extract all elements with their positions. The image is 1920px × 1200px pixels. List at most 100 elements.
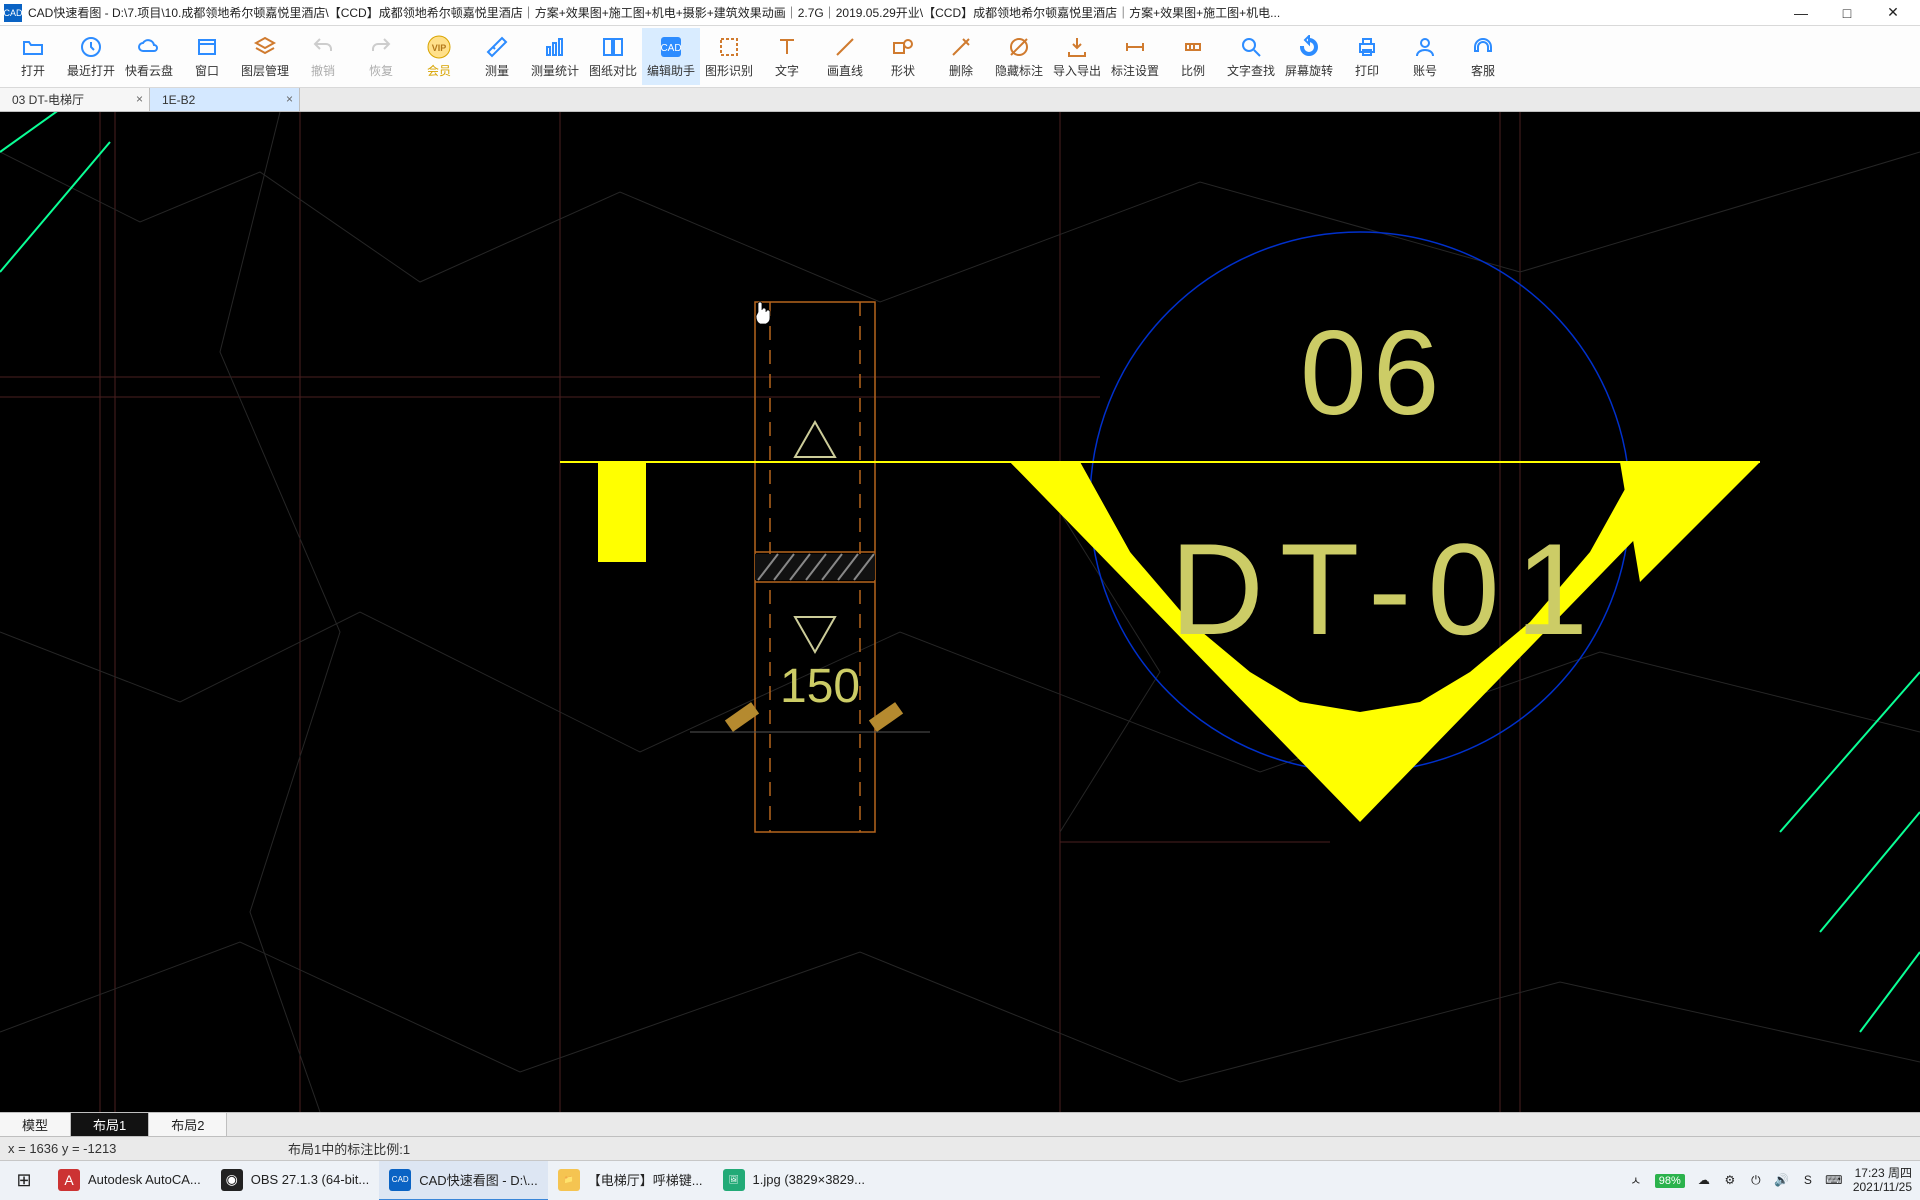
tool-find-text[interactable]: 文字查找 (1222, 28, 1280, 85)
open-icon (20, 34, 46, 60)
tool-print[interactable]: 打印 (1338, 28, 1396, 85)
tab-label: 03 DT-电梯厅 (12, 91, 84, 108)
task-label: 【电梯厅】呼梯键... (588, 1170, 703, 1189)
taskbar-item[interactable]: AAutodesk AutoCA... (48, 1161, 211, 1200)
tool-account[interactable]: 账号 (1396, 28, 1454, 85)
service-icon (1470, 34, 1496, 60)
tool-recent[interactable]: 最近打开 (62, 28, 120, 85)
tool-rotate[interactable]: 屏幕旋转 (1280, 28, 1338, 85)
tray-icon[interactable]: ⚙ (1721, 1173, 1739, 1188)
close-button[interactable]: ✕ (1870, 1, 1916, 25)
taskbar-item[interactable]: ◉OBS 27.1.3 (64-bit... (211, 1161, 380, 1200)
tool-label: 编辑助手 (647, 62, 695, 79)
toolbar: 打开最近打开快看云盘窗口图层管理 撤销恢复 VIP 会员 测量 测量统计图纸对比CAD编辑… (0, 26, 1920, 88)
vip-icon: VIP (426, 34, 452, 60)
tool-label: 撤销 (311, 62, 335, 79)
tool-label: 会员 (427, 62, 451, 79)
tool-label: 打开 (21, 62, 45, 79)
document-tabs: 03 DT-电梯厅 × 1E-B2 × (0, 88, 1920, 112)
tool-text[interactable]: 文字 (758, 28, 816, 85)
tool-vip[interactable]: VIP 会员 (410, 28, 468, 85)
hide-ann-icon (1006, 34, 1032, 60)
tool-measure[interactable]: 测量 (468, 28, 526, 85)
tool-label: 客服 (1471, 62, 1495, 79)
tool-layers[interactable]: 图层管理 (236, 28, 294, 85)
battery-indicator[interactable]: 98% (1655, 1174, 1685, 1188)
window-icon (194, 34, 220, 60)
tool-service[interactable]: 客服 (1454, 28, 1512, 85)
tool-label: 图层管理 (241, 62, 289, 79)
tab-close-icon[interactable]: × (136, 92, 143, 106)
tool-shape[interactable]: 形状 (874, 28, 932, 85)
clock-date: 2021/11/25 (1853, 1181, 1912, 1194)
rotate-icon (1296, 34, 1322, 60)
taskbar-item[interactable]: 🖼1.jpg (3829×3829... (713, 1161, 875, 1200)
tool-label: 标注设置 (1111, 62, 1159, 79)
taskbar-item[interactable]: 📁 【电梯厅】呼梯键... (548, 1161, 713, 1200)
layout-tab[interactable]: 布局1 (71, 1113, 149, 1136)
import-export-icon (1064, 34, 1090, 60)
title-bar: CAD CAD快速看图 - D:\7.项目\10.成都领地希尔顿嘉悦里酒店\【C… (0, 0, 1920, 26)
tool-compare[interactable]: 图纸对比 (584, 28, 642, 85)
tool-redo: 恢复 (352, 28, 410, 85)
cad-drawing: 150 06 DT-01 (0, 112, 1920, 1112)
tab-close-icon[interactable]: × (286, 92, 293, 106)
layers-icon (252, 34, 278, 60)
tool-edit-helper[interactable]: CAD编辑助手 (642, 28, 700, 85)
tool-label: 测量 (485, 62, 509, 79)
layout-tab[interactable]: 模型 (0, 1113, 71, 1136)
drawing-canvas[interactable]: 150 06 DT-01 (0, 112, 1920, 1112)
tool-cloud[interactable]: 快看云盘 (120, 28, 178, 85)
app-icon: CAD (4, 4, 22, 22)
tool-line[interactable]: 画直线 (816, 28, 874, 85)
doc-tab[interactable]: 03 DT-电梯厅 × (0, 88, 150, 111)
text-icon (774, 34, 800, 60)
minimize-button[interactable]: — (1778, 1, 1824, 25)
shape-icon (890, 34, 916, 60)
window-title: CAD快速看图 - D:\7.项目\10.成都领地希尔顿嘉悦里酒店\【CCD】成… (28, 4, 1778, 21)
tray-icon[interactable]: ☁ (1695, 1173, 1713, 1188)
tray-icon[interactable]: 🔊 (1773, 1173, 1791, 1188)
tool-scale[interactable]: 比例 (1164, 28, 1222, 85)
tray-icon[interactable]: S (1799, 1173, 1817, 1188)
task-icon: ◉ (221, 1169, 243, 1191)
tool-measure-stat[interactable]: 测量统计 (526, 28, 584, 85)
dim-150: 150 (780, 660, 860, 713)
tool-import-export[interactable]: 导入导出 (1048, 28, 1106, 85)
task-icon: CAD (389, 1169, 411, 1191)
scale-icon (1180, 34, 1206, 60)
tool-label: 文字查找 (1227, 62, 1275, 79)
taskbar-clock[interactable]: 17:23 周四 2021/11/25 (1853, 1167, 1912, 1193)
tool-shape-ident[interactable]: 图形识别 (700, 28, 758, 85)
tool-window[interactable]: 窗口 (178, 28, 236, 85)
tool-undo: 撤销 (294, 28, 352, 85)
clock-time: 17:23 周四 (1853, 1167, 1912, 1180)
taskbar-item[interactable]: CAD CAD快速看图 - D:\... (379, 1161, 547, 1200)
tool-label: 账号 (1413, 62, 1437, 79)
tray-icon[interactable]: ⌨ (1825, 1173, 1843, 1188)
marker-code: DT-01 (1170, 516, 1604, 662)
tool-open[interactable]: 打开 (4, 28, 62, 85)
start-button[interactable]: ⊞ (0, 1161, 48, 1200)
doc-tab[interactable]: 1E-B2 × (150, 88, 300, 111)
cloud-icon (136, 34, 162, 60)
tool-label: 形状 (891, 62, 915, 79)
tool-hide-ann[interactable]: 隐藏标注 (990, 28, 1048, 85)
tray-icon[interactable]: ⏻ (1747, 1173, 1765, 1188)
task-icon: 📁 (558, 1169, 580, 1191)
layout-tabs: 模型布局1布局2 (0, 1112, 1920, 1136)
tool-delete[interactable]: 删除 (932, 28, 990, 85)
maximize-button[interactable]: □ (1824, 1, 1870, 25)
status-bar: x = 1636 y = -1213 布局1中的标注比例:1 (0, 1136, 1920, 1160)
tab-label: 1E-B2 (162, 93, 195, 107)
tool-label: 测量统计 (531, 62, 579, 79)
compare-icon (600, 34, 626, 60)
pan-cursor-icon (756, 302, 770, 324)
svg-text:VIP: VIP (432, 43, 447, 53)
tool-ann-setting[interactable]: 标注设置 (1106, 28, 1164, 85)
ann-setting-icon (1122, 34, 1148, 60)
task-label: CAD快速看图 - D:\... (419, 1170, 537, 1189)
tray-up-icon[interactable]: ㅅ (1627, 1172, 1645, 1189)
layout-tab[interactable]: 布局2 (149, 1113, 227, 1136)
task-label: 1.jpg (3829×3829... (753, 1172, 865, 1187)
